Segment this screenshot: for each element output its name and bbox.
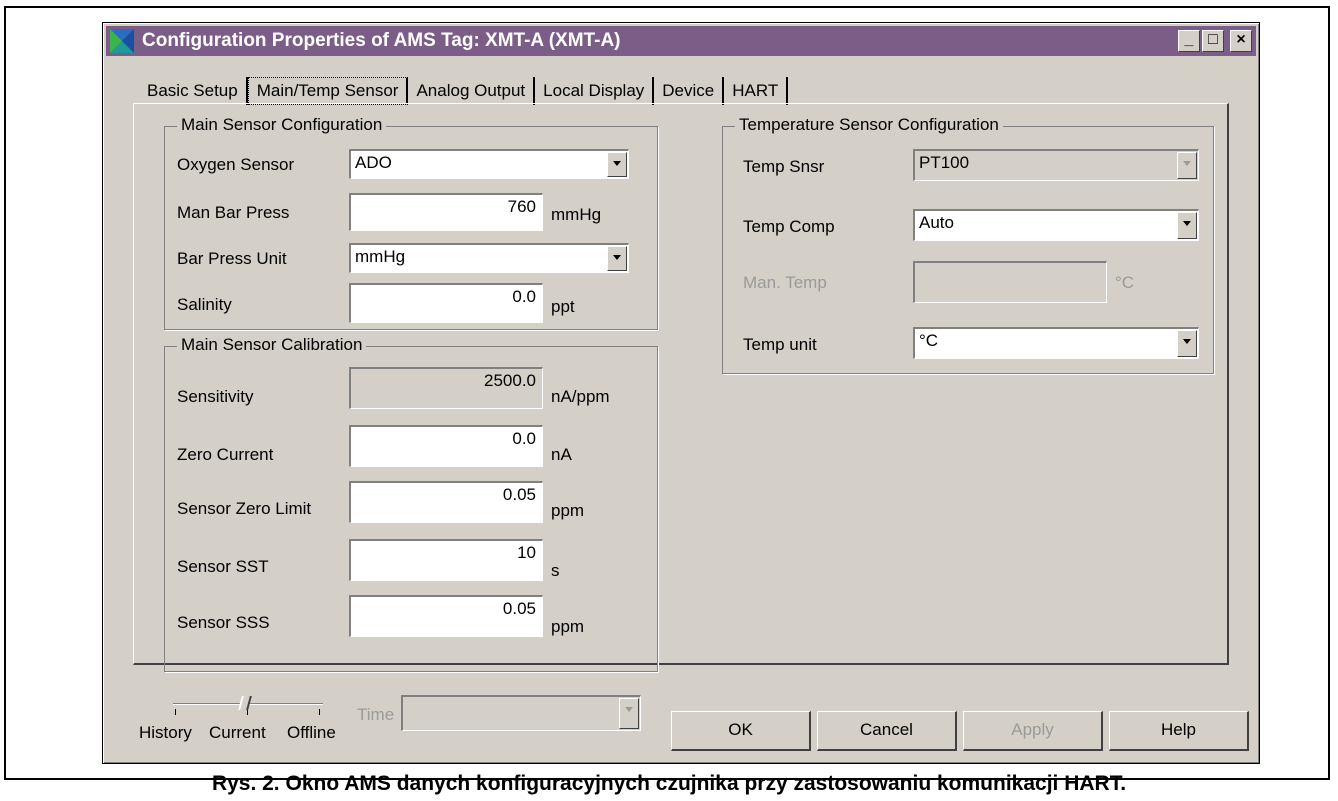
sensor-sss-input[interactable]: 0.05 bbox=[349, 595, 543, 637]
zero-current-label: Zero Current bbox=[177, 445, 274, 464]
slider-label-current: Current bbox=[209, 723, 266, 742]
help-button[interactable]: Help bbox=[1109, 711, 1249, 751]
zero-current-input[interactable]: 0.0 bbox=[349, 425, 543, 467]
oxygen-sensor-label: Oxygen Sensor bbox=[177, 155, 295, 174]
slider-label-offline: Offline bbox=[287, 723, 336, 742]
group-title: Temperature Sensor Configuration bbox=[735, 115, 1003, 135]
minimize-button[interactable]: _ bbox=[1178, 30, 1200, 52]
main-sensor-config-group: Main Sensor Configuration Oxygen Sensor … bbox=[164, 115, 658, 330]
chevron-down-icon[interactable] bbox=[1177, 330, 1197, 357]
cancel-button[interactable]: Cancel bbox=[817, 711, 957, 751]
close-icon: × bbox=[1236, 31, 1246, 48]
zero-current-unit: nA bbox=[551, 445, 572, 464]
slider-thumb[interactable] bbox=[238, 696, 252, 710]
time-select bbox=[401, 695, 641, 731]
salinity-unit: ppt bbox=[551, 297, 575, 316]
bar-press-unit-label: Bar Press Unit bbox=[177, 249, 287, 268]
tab-analog-output[interactable]: Analog Output bbox=[408, 77, 536, 105]
temp-comp-label: Temp Comp bbox=[743, 217, 835, 236]
sensor-zero-limit-input[interactable]: 0.05 bbox=[349, 481, 543, 523]
temp-sensor-config-group: Temperature Sensor Configuration Temp Sn… bbox=[722, 115, 1214, 374]
chevron-down-icon[interactable] bbox=[1177, 212, 1197, 239]
group-title: Main Sensor Configuration bbox=[177, 115, 387, 135]
temp-comp-select[interactable]: Auto bbox=[913, 209, 1199, 241]
sensitivity-label: Sensitivity bbox=[177, 387, 254, 406]
man-bar-press-label: Man Bar Press bbox=[177, 203, 290, 222]
sensor-sst-unit: s bbox=[551, 561, 560, 580]
sensor-sst-input[interactable]: 10 bbox=[349, 539, 543, 581]
title-bar: Configuration Properties of AMS Tag: XMT… bbox=[106, 26, 1256, 56]
sensor-sss-unit: ppm bbox=[551, 617, 585, 636]
oxygen-sensor-select[interactable]: ADO bbox=[349, 149, 629, 179]
salinity-label: Salinity bbox=[177, 295, 232, 314]
figure-caption: Rys. 2. Okno AMS danych konfiguracyjnych… bbox=[211, 772, 1127, 795]
main-sensor-calibration-group: Main Sensor Calibration Sensitivity 2500… bbox=[164, 335, 658, 672]
man-temp-label: Man. Temp bbox=[743, 273, 827, 292]
group-title: Main Sensor Calibration bbox=[177, 335, 367, 355]
tab-hart[interactable]: HART bbox=[724, 77, 789, 105]
tab-strip: Basic Setup Main/Temp Sensor Analog Outp… bbox=[139, 75, 789, 105]
sensor-zero-limit-unit: ppm bbox=[551, 501, 585, 520]
sensitivity-readonly: 2500.0 bbox=[349, 367, 543, 409]
chevron-down-icon[interactable] bbox=[607, 152, 627, 177]
temp-snsr-select: PT100 bbox=[913, 149, 1199, 181]
bar-press-unit-select[interactable]: mmHg bbox=[349, 243, 629, 273]
man-bar-press-input[interactable]: 760 bbox=[349, 193, 543, 231]
sensor-sss-label: Sensor SSS bbox=[177, 613, 270, 632]
window-title: Configuration Properties of AMS Tag: XMT… bbox=[142, 30, 621, 51]
tab-main-temp-sensor[interactable]: Main/Temp Sensor bbox=[247, 77, 409, 105]
temp-unit-select[interactable]: °C bbox=[913, 327, 1199, 359]
sensor-sst-label: Sensor SST bbox=[177, 557, 269, 576]
maximize-icon: □ bbox=[1208, 31, 1218, 48]
tab-local-display[interactable]: Local Display bbox=[535, 77, 655, 105]
slider-label-history: History bbox=[139, 723, 192, 742]
man-temp-input bbox=[913, 261, 1107, 303]
ams-app-icon bbox=[110, 29, 134, 53]
chevron-down-icon bbox=[1177, 152, 1197, 179]
chevron-down-icon[interactable] bbox=[607, 246, 627, 271]
apply-button[interactable]: Apply bbox=[963, 711, 1103, 751]
man-bar-press-unit: mmHg bbox=[551, 205, 602, 224]
time-label: Time bbox=[357, 705, 395, 724]
sensitivity-unit: nA/ppm bbox=[551, 387, 610, 406]
config-dialog: Configuration Properties of AMS Tag: XMT… bbox=[102, 22, 1260, 764]
temp-unit-label: Temp unit bbox=[743, 335, 817, 354]
close-button[interactable]: × bbox=[1230, 30, 1252, 52]
chevron-down-icon bbox=[619, 698, 639, 729]
sensor-zero-limit-label: Sensor Zero Limit bbox=[177, 499, 312, 518]
temp-snsr-label: Temp Snsr bbox=[743, 157, 825, 176]
minimize-icon: _ bbox=[1184, 31, 1194, 48]
maximize-button[interactable]: □ bbox=[1202, 30, 1224, 52]
ok-button[interactable]: OK bbox=[671, 711, 811, 751]
man-temp-unit: °C bbox=[1115, 273, 1135, 292]
tab-basic-setup[interactable]: Basic Setup bbox=[139, 77, 248, 105]
tab-panel: Main Sensor Configuration Oxygen Sensor … bbox=[133, 103, 1229, 672]
salinity-input[interactable]: 0.0 bbox=[349, 283, 543, 323]
tab-device[interactable]: Device bbox=[654, 77, 725, 105]
